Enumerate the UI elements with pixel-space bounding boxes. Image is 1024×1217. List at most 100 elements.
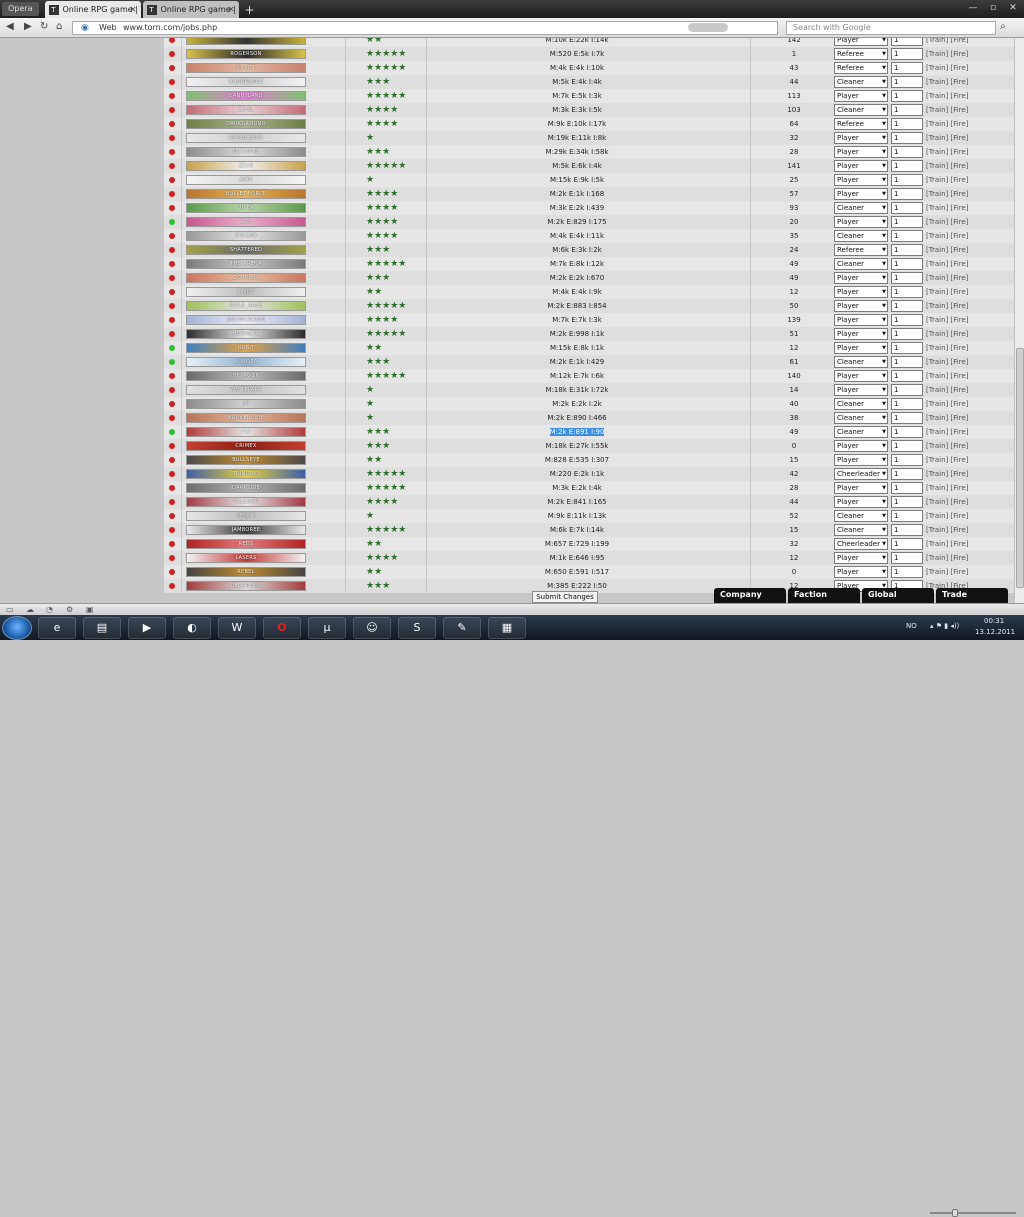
- company-banner[interactable]: THE ARENA: [186, 259, 306, 269]
- quantity-input[interactable]: 1: [891, 62, 923, 74]
- quantity-input[interactable]: 1: [891, 300, 923, 312]
- company-banner[interactable]: [186, 38, 306, 45]
- train-fire-links[interactable]: [Train] [Fire]: [926, 551, 968, 565]
- role-select[interactable]: Player ▼: [834, 370, 888, 382]
- train-fire-links[interactable]: [Train] [Fire]: [926, 369, 968, 383]
- role-select[interactable]: Player ▼: [834, 188, 888, 200]
- company-banner[interactable]: REBEL: [186, 567, 306, 577]
- role-select[interactable]: Player ▼: [834, 566, 888, 578]
- reload-icon[interactable]: ↻: [40, 21, 48, 32]
- company-banner[interactable]: WHITEPARK: [186, 385, 306, 395]
- company-banner[interactable]: BULLSEYE: [186, 455, 306, 465]
- role-select[interactable]: Cleaner ▼: [834, 202, 888, 214]
- quantity-input[interactable]: 1: [891, 258, 923, 270]
- page-scrollbar[interactable]: [1014, 38, 1024, 603]
- train-fire-links[interactable]: [Train] [Fire]: [926, 565, 968, 579]
- company-banner[interactable]: REDS: [186, 539, 306, 549]
- company-banner[interactable]: VIPER: [186, 203, 306, 213]
- media-player-icon[interactable]: ▶: [128, 617, 166, 639]
- role-select[interactable]: Player ▼: [834, 384, 888, 396]
- company-banner[interactable]: HEXAGON: [186, 371, 306, 381]
- company-banner[interactable]: AURORA: [186, 357, 306, 367]
- tab-2[interactable]: T Online RPG game | TO... ✕: [142, 1, 239, 18]
- company-banner[interactable]: FLY: [186, 427, 306, 437]
- quantity-input[interactable]: 1: [891, 272, 923, 284]
- company-banner[interactable]: SHOCK: [186, 511, 306, 521]
- role-select[interactable]: Player ▼: [834, 146, 888, 158]
- role-select[interactable]: Player ▼: [834, 440, 888, 452]
- quantity-input[interactable]: 1: [891, 230, 923, 242]
- role-select[interactable]: Player ▼: [834, 496, 888, 508]
- minimize-icon[interactable]: —: [964, 1, 982, 15]
- train-fire-links[interactable]: [Train] [Fire]: [926, 89, 968, 103]
- company-banner[interactable]: JD-LIFT: [186, 63, 306, 73]
- role-select[interactable]: Player ▼: [834, 342, 888, 354]
- submit-changes-button[interactable]: Submit Changes: [532, 591, 598, 603]
- role-select[interactable]: Cleaner ▼: [834, 230, 888, 242]
- company-banner[interactable]: BROKENSIDE: [186, 413, 306, 423]
- role-select[interactable]: Cleaner ▼: [834, 76, 888, 88]
- messenger-icon[interactable]: ☺: [353, 617, 391, 639]
- quantity-input[interactable]: 1: [891, 538, 923, 550]
- forward-icon[interactable]: ▶: [24, 21, 32, 32]
- role-select[interactable]: Player ▼: [834, 314, 888, 326]
- train-fire-links[interactable]: [Train] [Fire]: [926, 257, 968, 271]
- role-select[interactable]: Cleaner ▼: [834, 398, 888, 410]
- quantity-input[interactable]: 1: [891, 146, 923, 158]
- maximize-icon[interactable]: ▫: [984, 1, 1002, 15]
- train-fire-links[interactable]: [Train] [Fire]: [926, 285, 968, 299]
- company-banner[interactable]: FREEKO: [186, 231, 306, 241]
- train-fire-links[interactable]: [Train] [Fire]: [926, 75, 968, 89]
- scrollbar-thumb[interactable]: [1016, 348, 1024, 588]
- wow-icon[interactable]: W: [218, 617, 256, 639]
- quantity-input[interactable]: 1: [891, 216, 923, 228]
- tab-1[interactable]: T Online RPG game | TO... ✕: [44, 1, 141, 18]
- train-fire-links[interactable]: [Train] [Fire]: [926, 481, 968, 495]
- quantity-input[interactable]: 1: [891, 328, 923, 340]
- quantity-input[interactable]: 1: [891, 188, 923, 200]
- role-select[interactable]: Player ▼: [834, 454, 888, 466]
- turbo-icon[interactable]: ◔: [46, 605, 53, 614]
- train-fire-links[interactable]: [Train] [Fire]: [926, 509, 968, 523]
- role-select[interactable]: Referee ▼: [834, 62, 888, 74]
- train-fire-links[interactable]: [Train] [Fire]: [926, 187, 968, 201]
- train-fire-links[interactable]: [Train] [Fire]: [926, 159, 968, 173]
- quantity-input[interactable]: 1: [891, 314, 923, 326]
- company-banner[interactable]: ZOE: [186, 217, 306, 227]
- train-fire-links[interactable]: [Train] [Fire]: [926, 537, 968, 551]
- company-banner[interactable]: VALEDOR: [186, 497, 306, 507]
- train-fire-links[interactable]: [Train] [Fire]: [926, 327, 968, 341]
- language-indicator[interactable]: NO: [906, 622, 917, 630]
- ie-icon[interactable]: e: [38, 617, 76, 639]
- company-banner[interactable]: ZORBLUS: [186, 273, 306, 283]
- role-select[interactable]: Referee ▼: [834, 48, 888, 60]
- quantity-input[interactable]: 1: [891, 356, 923, 368]
- unite-icon[interactable]: ☁: [26, 605, 34, 614]
- role-select[interactable]: Player ▼: [834, 90, 888, 102]
- company-banner[interactable]: DOUBLEDOX: [186, 133, 306, 143]
- company-banner[interactable]: SP: [186, 399, 306, 409]
- company-banner[interactable]: TRINIDAD: [186, 469, 306, 479]
- train-fire-links[interactable]: [Train] [Fire]: [926, 47, 968, 61]
- role-select[interactable]: Player ▼: [834, 328, 888, 340]
- quantity-input[interactable]: 1: [891, 244, 923, 256]
- quantity-input[interactable]: 1: [891, 370, 923, 382]
- role-select[interactable]: Cleaner ▼: [834, 356, 888, 368]
- quantity-input[interactable]: 1: [891, 132, 923, 144]
- role-select[interactable]: Cleaner ▼: [834, 510, 888, 522]
- quantity-input[interactable]: 1: [891, 160, 923, 172]
- train-fire-links[interactable]: [Train] [Fire]: [926, 229, 968, 243]
- train-fire-links[interactable]: [Train] [Fire]: [926, 383, 968, 397]
- train-fire-links[interactable]: [Train] [Fire]: [926, 38, 968, 47]
- train-fire-links[interactable]: [Train] [Fire]: [926, 425, 968, 439]
- role-select[interactable]: Cheerleader ▼: [834, 468, 888, 480]
- role-select[interactable]: Player ▼: [834, 272, 888, 284]
- role-select[interactable]: Referee ▼: [834, 118, 888, 130]
- quantity-input[interactable]: 1: [891, 468, 923, 480]
- company-banner[interactable]: HORNETS: [186, 329, 306, 339]
- quantity-input[interactable]: 1: [891, 454, 923, 466]
- clock-time[interactable]: 00:31: [984, 617, 1004, 625]
- train-fire-links[interactable]: [Train] [Fire]: [926, 299, 968, 313]
- train-fire-links[interactable]: [Train] [Fire]: [926, 495, 968, 509]
- search-icon[interactable]: ⌕: [1000, 21, 1006, 32]
